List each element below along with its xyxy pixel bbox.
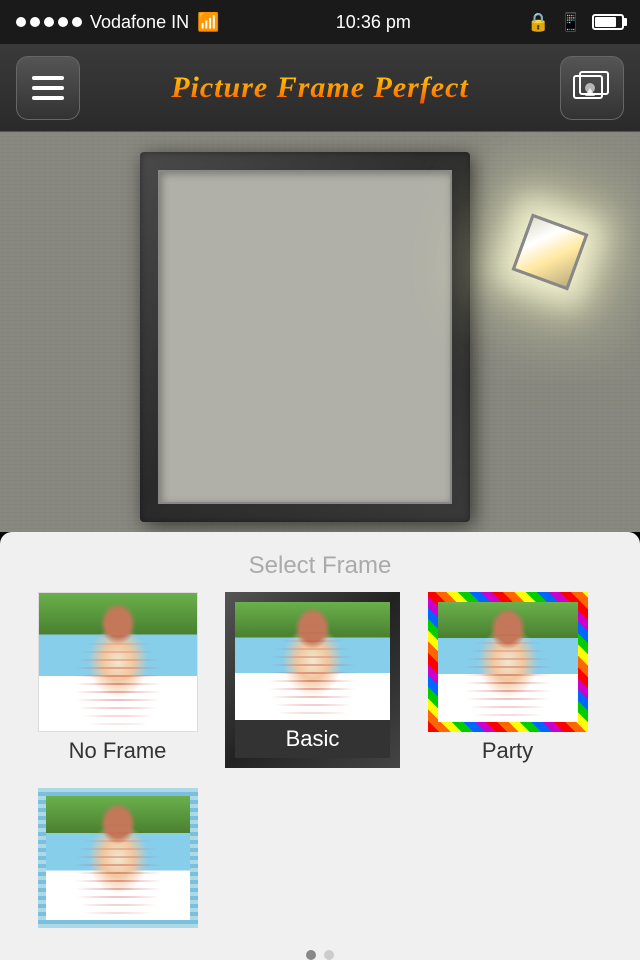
basic-frame-inner [235,602,390,720]
wifi-icon: 📶 [197,12,219,33]
status-right: 🔒 📱 [527,12,624,33]
girl-photo-party [438,602,578,722]
select-frame-label: Select Frame [0,532,640,592]
signal-dots [16,17,82,27]
frame-option-basic[interactable]: Basic [225,592,400,768]
page-dot-2 [324,950,334,960]
status-bar: Vodafone IN 📶 10:36 pm 🔒 📱 [0,0,640,44]
menu-icon [30,74,66,102]
party-frame-label: Party [482,738,533,764]
app-title: Picture Frame Perfect [80,71,560,105]
status-left: Vodafone IN 📶 [16,12,220,33]
signal-dot-4 [58,17,68,27]
bluetooth-icon: 📱 [560,12,582,33]
toolbar: Picture Frame Perfect [0,44,640,132]
frame-option-party[interactable]: Party [420,592,595,768]
girl-photo-no-frame [39,593,197,731]
menu-button[interactable] [16,56,80,120]
page-indicator [0,950,640,960]
signal-dot-3 [44,17,54,27]
bottom-panel: Select Frame No Frame Basic Party [0,532,640,960]
battery-fill [595,17,616,27]
frame-outer [140,152,470,522]
time-label: 10:36 pm [336,12,411,33]
light-effect [500,212,590,302]
signal-dot-5 [72,17,82,27]
gallery-button[interactable] [560,56,624,120]
main-photo-area [0,132,640,532]
lock-icon: 🔒 [527,12,549,33]
gallery-icon [572,70,612,106]
frame-option-wave[interactable] [30,788,205,934]
wave-frame-thumb [38,788,198,928]
carrier-label: Vodafone IN [90,12,189,33]
girl-photo-basic [235,602,390,720]
girl-photo-wave [46,796,190,920]
no-frame-thumb [38,592,198,732]
party-frame-thumb [428,592,588,732]
battery-icon [592,14,624,30]
main-frame [140,152,470,522]
light-box [512,214,589,291]
page-dot-1 [306,950,316,960]
basic-frame-label: Basic [235,720,390,758]
signal-dot-2 [30,17,40,27]
no-frame-label: No Frame [69,738,167,764]
basic-frame-selected: Basic [225,592,400,768]
frame-inner [158,170,452,504]
frames-grid: No Frame Basic Party [0,592,640,934]
frame-option-no-frame[interactable]: No Frame [30,592,205,768]
signal-dot-1 [16,17,26,27]
